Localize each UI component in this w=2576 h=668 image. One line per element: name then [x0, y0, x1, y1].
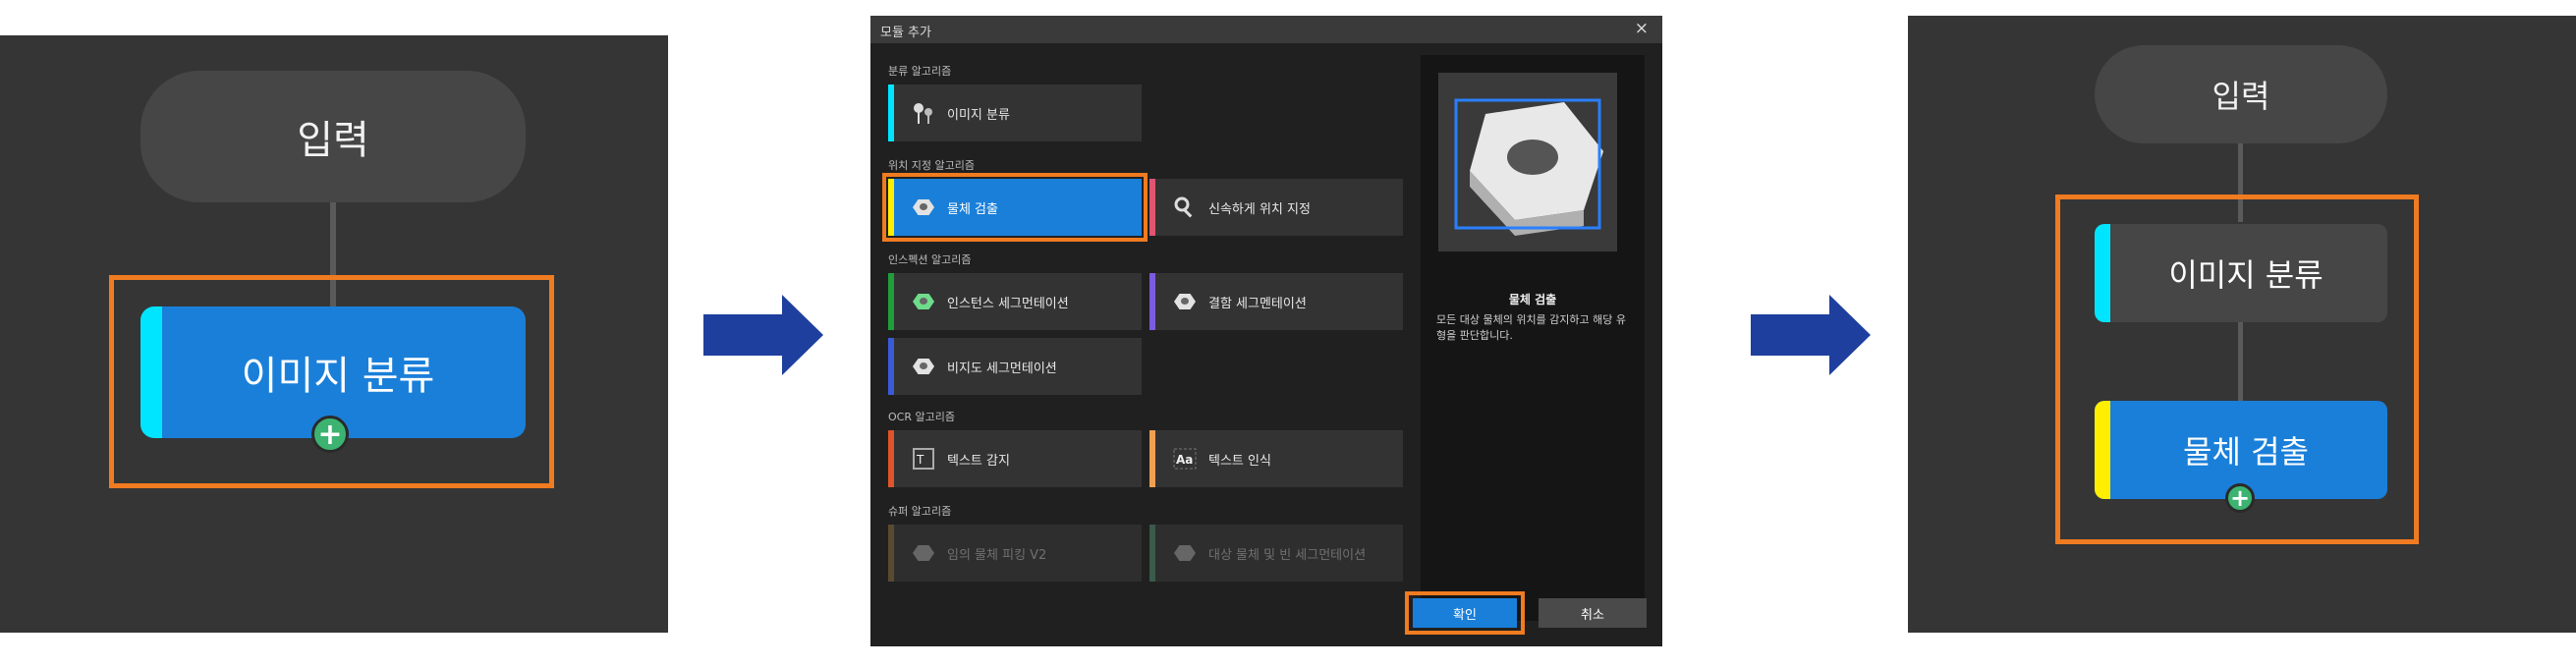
- nut-icon: [910, 195, 937, 220]
- module-card-object-detection[interactable]: 물체 검출: [888, 179, 1142, 236]
- close-icon[interactable]: ×: [1635, 19, 1649, 38]
- module-card-fast-positioning[interactable]: 신속하게 위치 지정: [1149, 179, 1403, 236]
- module-card-instance-segmentation[interactable]: 인스턴스 세그먼테이션: [888, 273, 1142, 330]
- add-node-plus-icon[interactable]: +: [2225, 483, 2255, 513]
- magnifier-icon: [1171, 195, 1199, 220]
- image-classification-node[interactable]: 이미지 분류: [2095, 224, 2387, 322]
- preview-title: 물체 검출: [1508, 293, 1557, 306]
- card-label: 신속하게 위치 지정: [1208, 202, 1311, 217]
- card-color-bar: [888, 525, 894, 582]
- section-label: OCR 알고리즘: [888, 411, 955, 423]
- card-label: 인스턴스 세그먼테이션: [947, 297, 1069, 311]
- input-node[interactable]: 입력: [140, 71, 526, 202]
- svg-text:Aa: Aa: [1176, 453, 1193, 467]
- nut-icon: [910, 354, 937, 379]
- node-label: 이미지 분류: [2168, 256, 2324, 294]
- input-node-label: 입력: [297, 118, 369, 163]
- dialog-titlebar: 모듈 추가 ×: [870, 16, 1662, 43]
- preview-description: 모든 대상 물체의 위치를 감지하고 해당 유형을 판단합니다.: [1436, 313, 1627, 342]
- card-label: 텍스트 감지: [947, 454, 1010, 469]
- pick-icon: [910, 540, 937, 566]
- card-color-bar: [888, 273, 894, 330]
- card-color-bar: [1149, 273, 1155, 330]
- card-color-bar: [1149, 179, 1155, 236]
- left-flow-canvas: 입력 이미지 분류 +: [0, 35, 668, 633]
- card-label: 물체 검출: [947, 202, 998, 217]
- module-card-bin-segmentation: 대상 물체 및 빈 세그먼테이션: [1149, 525, 1403, 582]
- preview-image: [1438, 73, 1617, 251]
- card-label: 임의 물체 피킹 V2: [947, 548, 1047, 563]
- node-color-bar: [2095, 224, 2110, 322]
- card-color-bar: [888, 84, 894, 141]
- bin-icon: [1171, 540, 1199, 566]
- svg-text:T: T: [916, 453, 924, 467]
- right-flow-canvas: 입력 이미지 분류 물체 검출 +: [1908, 16, 2576, 633]
- text-detect-icon: T: [910, 446, 937, 472]
- node-label: 이미지 분류: [241, 354, 435, 399]
- card-color-bar: [1149, 525, 1155, 582]
- arrow-right-icon: [703, 295, 823, 375]
- input-node[interactable]: 입력: [2095, 45, 2387, 143]
- text-recognize-icon: Aa: [1171, 446, 1199, 472]
- preview-pane: 물체 검출 모든 대상 물체의 위치를 감지하고 해당 유형을 판단합니다.: [1421, 55, 1645, 621]
- card-label: 대상 물체 및 빈 세그먼테이션: [1208, 548, 1367, 563]
- cancel-button[interactable]: 취소: [1539, 598, 1647, 628]
- node-color-bar: [140, 306, 162, 438]
- input-node-label: 입력: [2212, 78, 2270, 115]
- card-label: 텍스트 인식: [1208, 454, 1271, 469]
- add-node-plus-icon[interactable]: +: [311, 416, 349, 453]
- add-module-dialog: 모듈 추가 × 분류 알고리즘 이미지 분류 위치 지정 알고리즘 물체 검출 …: [870, 16, 1662, 646]
- arrow-right-icon: [1751, 295, 1871, 375]
- card-label: 결함 세그멘테이션: [1208, 297, 1307, 311]
- module-card-text-recognition[interactable]: Aa 텍스트 인식: [1149, 430, 1403, 487]
- card-label: 이미지 분류: [947, 108, 1010, 123]
- module-card-defect-segmentation[interactable]: 결함 세그멘테이션: [1149, 273, 1403, 330]
- ok-button[interactable]: 확인: [1413, 598, 1517, 628]
- node-color-bar: [2095, 401, 2110, 499]
- nut-green-icon: [910, 289, 937, 314]
- module-card-unsupervised-segmentation[interactable]: 비지도 세그먼테이션: [888, 338, 1142, 395]
- section-label: 분류 알고리즘: [888, 65, 952, 78]
- nut-icon: [1454, 98, 1603, 236]
- card-color-bar: [888, 338, 894, 395]
- module-card-random-picking: 임의 물체 피킹 V2: [888, 525, 1142, 582]
- module-card-image-classification[interactable]: 이미지 분류: [888, 84, 1142, 141]
- card-color-bar: [888, 430, 894, 487]
- dialog-title: 모듈 추가: [880, 26, 931, 40]
- section-label: 위치 지정 알고리즘: [888, 159, 975, 172]
- nut-defect-icon: [1171, 289, 1199, 314]
- connector-line: [2238, 322, 2243, 401]
- card-color-bar: [888, 179, 894, 236]
- section-label: 인스펙션 알고리즘: [888, 253, 972, 266]
- pin-icon: [910, 100, 937, 126]
- node-label: 물체 검출: [2183, 433, 2309, 471]
- section-label: 슈퍼 알고리즘: [888, 505, 952, 518]
- module-card-text-detection[interactable]: T 텍스트 감지: [888, 430, 1142, 487]
- card-color-bar: [1149, 430, 1155, 487]
- card-label: 비지도 세그먼테이션: [947, 362, 1057, 376]
